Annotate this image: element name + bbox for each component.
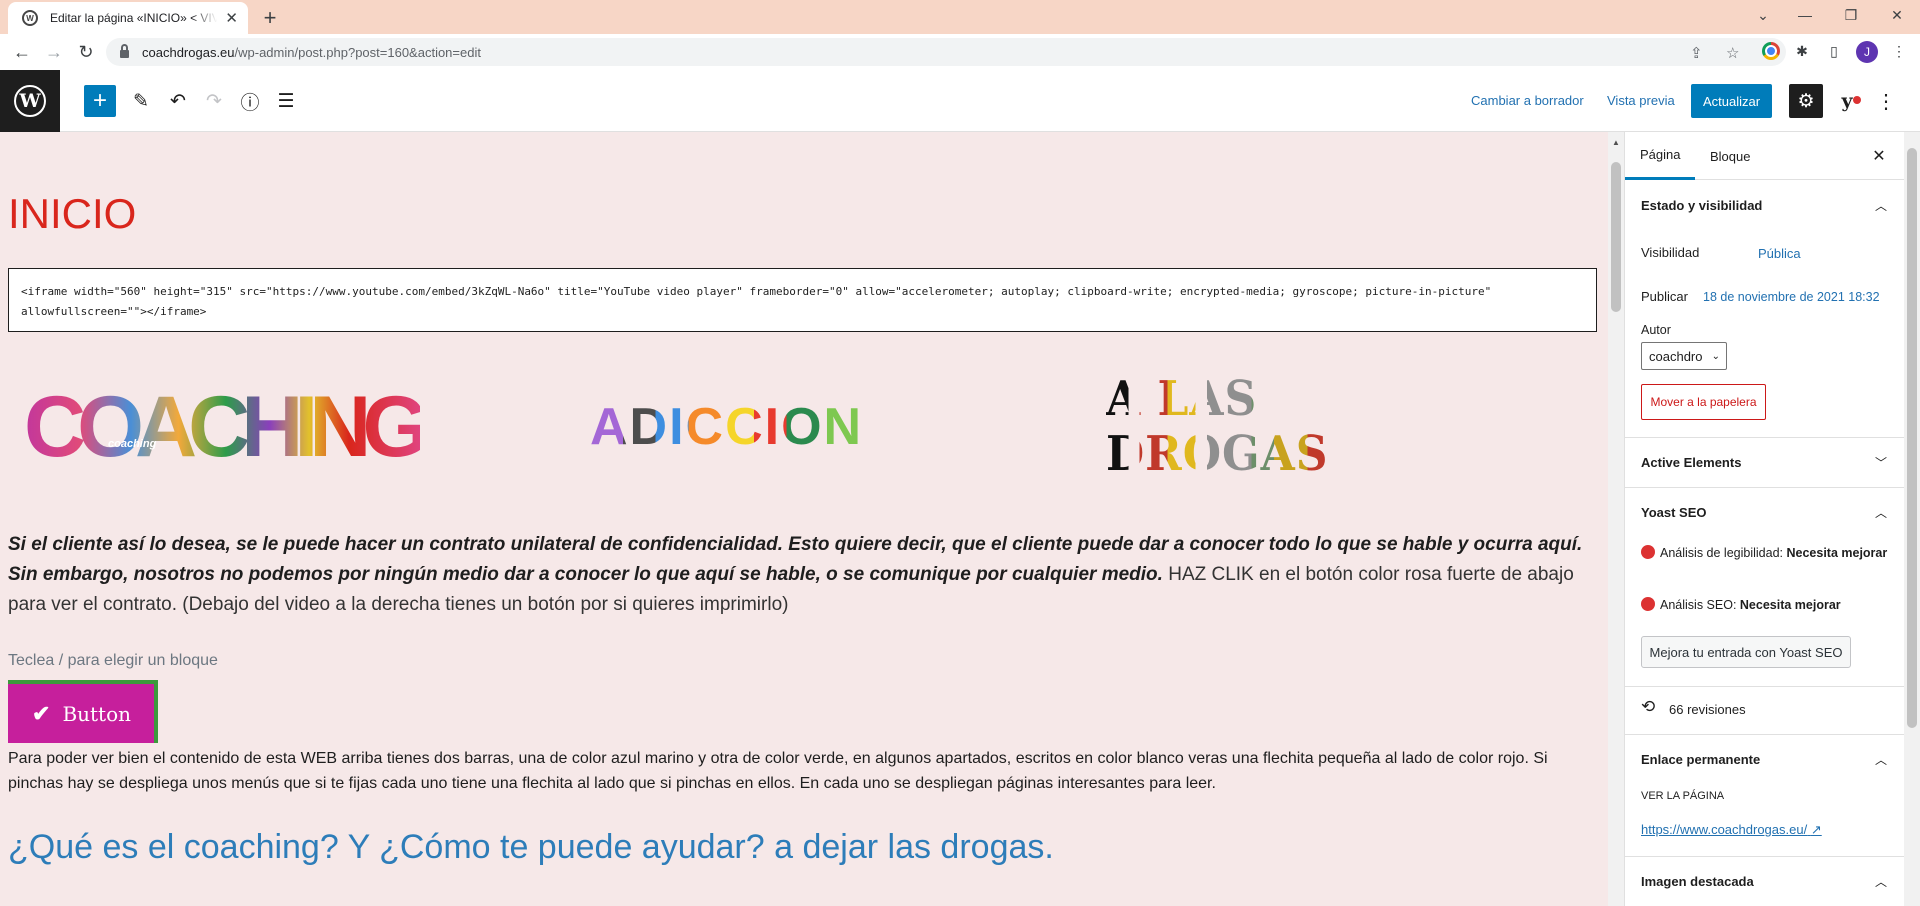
custom-html-block[interactable]: <iframe width="560" height="315" src="ht… bbox=[8, 268, 1597, 332]
revisions-history-icon: ⟲ bbox=[1641, 697, 1656, 716]
side-panel-icon[interactable]: ▯ bbox=[1825, 42, 1843, 60]
sidebar-tabs: Página Bloque ✕ bbox=[1625, 132, 1904, 180]
editor-canvas: INICIO <iframe width="560" height="315" … bbox=[0, 132, 1608, 906]
restore-button[interactable]: ❐ bbox=[1828, 0, 1874, 30]
check-icon: ✔ bbox=[32, 700, 51, 727]
chevron-down-icon: ﹀ bbox=[1874, 455, 1887, 470]
seo-analysis[interactable]: Análisis SEO: Necesita mejorar bbox=[1641, 592, 1891, 618]
tab-block[interactable]: Bloque bbox=[1695, 132, 1765, 180]
sad-face-icon bbox=[1641, 545, 1655, 559]
tab-title: Editar la página «INICIO» < VIVIR bbox=[50, 11, 218, 25]
publish-date-toggle[interactable]: 18 de noviembre de 2021 18:32 bbox=[1703, 290, 1880, 304]
back-icon[interactable]: ← bbox=[8, 38, 36, 66]
revisions-link[interactable]: 66 revisiones bbox=[1669, 702, 1746, 717]
view-page-label: VER LA PÁGINA bbox=[1641, 790, 1725, 802]
add-block-button[interactable]: + bbox=[84, 85, 116, 117]
bookmark-star-icon[interactable]: ☆ bbox=[1726, 44, 1739, 62]
new-tab-button[interactable]: + bbox=[256, 4, 284, 32]
sad-face-icon bbox=[1641, 597, 1655, 611]
divider bbox=[1625, 686, 1904, 687]
permalink-url-link[interactable]: https://www.coachdrogas.eu/ ↗ bbox=[1641, 822, 1822, 838]
paragraph-navigation-help[interactable]: Para poder ver bien el contenido de esta… bbox=[8, 746, 1600, 796]
wordpress-logo-icon[interactable]: W bbox=[0, 70, 60, 132]
panel-featured-image[interactable]: Imagen destacada ︿ bbox=[1625, 856, 1904, 906]
canvas-scrollbar-thumb[interactable] bbox=[1611, 162, 1621, 312]
drogas-logo-image[interactable]: A LAS DROGAS bbox=[1106, 372, 1386, 482]
panel-permalink[interactable]: Enlace permanente ︿ bbox=[1625, 734, 1904, 784]
editor-header: W + ✎ ↶ ↷ ⓘ ☰ Cambiar a borrador Vista p… bbox=[0, 70, 1920, 132]
tab-search-icon[interactable]: ⌄ bbox=[1740, 0, 1786, 30]
preview-button[interactable]: Vista previa bbox=[1607, 93, 1675, 108]
browser-menu-icon[interactable]: ⋮ bbox=[1890, 42, 1908, 60]
canvas-scrollbar[interactable]: ▲ bbox=[1608, 132, 1624, 906]
settings-sidebar: Página Bloque ✕ Estado y visibilidad ︿ Vi… bbox=[1624, 132, 1904, 906]
tab-page[interactable]: Página bbox=[1625, 132, 1696, 180]
settings-gear-icon[interactable]: ⚙ bbox=[1789, 84, 1823, 118]
chrome-extension-icon[interactable] bbox=[1762, 42, 1780, 60]
panel-yoast-seo[interactable]: Yoast SEO ︿ bbox=[1625, 487, 1904, 537]
close-sidebar-icon[interactable]: ✕ bbox=[1867, 144, 1891, 168]
options-more-icon[interactable]: ⋮ bbox=[1872, 87, 1900, 115]
redo-icon[interactable]: ↷ bbox=[198, 85, 230, 117]
paragraph-confidentiality[interactable]: Si el cliente así lo desea, se le puede … bbox=[8, 530, 1600, 620]
publish-label: Publicar bbox=[1641, 289, 1688, 304]
chevron-up-icon: ︿ bbox=[1874, 505, 1887, 520]
chevron-up-icon: ︿ bbox=[1874, 874, 1887, 889]
forward-icon[interactable]: → bbox=[40, 38, 68, 66]
coaching-logo-subtext: coaching bbox=[108, 438, 157, 450]
minimize-button[interactable]: — bbox=[1782, 0, 1828, 30]
extensions-puzzle-icon[interactable]: ✱ bbox=[1793, 42, 1811, 60]
chevron-down-icon: ⌄ bbox=[1711, 350, 1720, 362]
visibility-label: Visibilidad bbox=[1641, 245, 1700, 260]
heading-what-is-coaching[interactable]: ¿Qué es el coaching? Y ¿Cómo te puede ay… bbox=[8, 828, 1054, 867]
panel-active-elements[interactable]: Active Elements ﹀ bbox=[1625, 437, 1904, 487]
button-label: Button bbox=[62, 701, 132, 726]
browser-toolbar: ← → ↻ coachdrogas.eu/wp-admin/post.php?p… bbox=[0, 34, 1920, 70]
scroll-up-arrow-icon[interactable]: ▲ bbox=[1608, 134, 1624, 150]
chevron-up-icon: ︿ bbox=[1874, 752, 1887, 767]
improve-with-yoast-button[interactable]: Mejora tu entrada con Yoast SEO bbox=[1641, 636, 1851, 668]
coaching-logo-image[interactable]: COACHING coaching bbox=[24, 372, 429, 482]
window-close-button[interactable]: ✕ bbox=[1874, 0, 1920, 30]
sidebar-scrollbar[interactable] bbox=[1904, 132, 1920, 906]
lock-icon bbox=[120, 44, 129, 58]
undo-icon[interactable]: ↶ bbox=[162, 85, 194, 117]
block-appender-placeholder[interactable]: Teclea / para elegir un bloque bbox=[8, 652, 218, 670]
profile-avatar[interactable]: J bbox=[1856, 41, 1878, 63]
tab-close-icon[interactable]: ✕ bbox=[225, 9, 238, 27]
visibility-toggle[interactable]: Pública bbox=[1758, 246, 1801, 261]
list-view-icon[interactable]: ☰ bbox=[270, 85, 302, 117]
edit-tools-pencil-icon[interactable]: ✎ bbox=[125, 85, 157, 117]
adiccion-logo-image[interactable]: ADICCION bbox=[590, 372, 900, 482]
address-bar[interactable]: coachdrogas.eu/wp-admin/post.php?post=16… bbox=[106, 38, 1786, 66]
yoast-icon[interactable]: y bbox=[1833, 87, 1861, 115]
browser-tab[interactable]: W Editar la página «INICIO» < VIVIR ✕ bbox=[8, 2, 248, 34]
update-button[interactable]: Actualizar bbox=[1691, 84, 1772, 118]
browser-tab-bar: W Editar la página «INICIO» < VIVIR ✕ + … bbox=[0, 0, 1920, 34]
wordpress-favicon-icon: W bbox=[22, 10, 38, 26]
reload-icon[interactable]: ↻ bbox=[72, 38, 100, 66]
panel-status-visibility[interactable]: Estado y visibilidad ︿ bbox=[1625, 180, 1904, 230]
switch-to-draft-button[interactable]: Cambiar a borrador bbox=[1471, 93, 1584, 108]
author-label: Autor bbox=[1641, 323, 1671, 337]
author-select[interactable]: coachdro ⌄ bbox=[1641, 342, 1727, 370]
readability-analysis[interactable]: Análisis de legibilidad: Necesita mejora… bbox=[1641, 540, 1891, 566]
page-title[interactable]: INICIO bbox=[8, 190, 136, 238]
share-icon[interactable]: ⇪ bbox=[1690, 44, 1703, 62]
details-info-icon[interactable]: ⓘ bbox=[234, 85, 266, 117]
move-to-trash-button[interactable]: Mover a la papelera bbox=[1641, 384, 1766, 420]
url-text: coachdrogas.eu/wp-admin/post.php?post=16… bbox=[142, 44, 481, 60]
chevron-up-icon: ︿ bbox=[1874, 198, 1887, 213]
external-link-icon: ↗ bbox=[1810, 822, 1822, 837]
contract-button-block[interactable]: ✔ Button bbox=[8, 680, 158, 743]
sidebar-scrollbar-thumb[interactable] bbox=[1907, 148, 1917, 728]
